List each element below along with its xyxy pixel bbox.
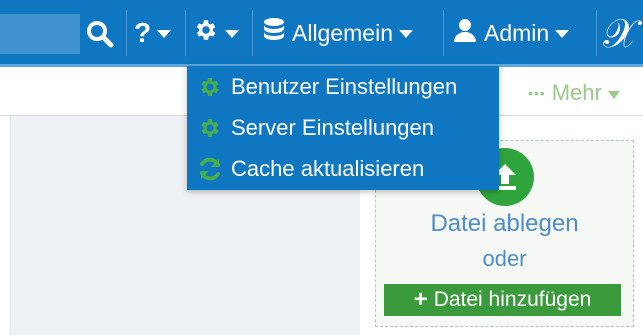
database-label: Allgemein — [292, 19, 393, 46]
more-label: Mehr — [551, 80, 602, 105]
plus-icon: + — [413, 286, 428, 313]
chevron-down-icon — [399, 30, 413, 38]
chevron-down-icon — [607, 90, 620, 99]
gear-icon — [193, 17, 219, 49]
refresh-icon — [197, 156, 223, 182]
search-input[interactable] — [0, 14, 80, 54]
more-menu-button[interactable]: ••• Mehr — [528, 80, 620, 106]
menu-item-refresh-cache[interactable]: Cache aktualisieren — [197, 151, 424, 187]
user-label: Admin — [484, 19, 550, 46]
menu-item-label: Cache aktualisieren — [231, 156, 425, 181]
add-file-label: Datei hinzufügen — [433, 288, 592, 311]
help-icon: ? — [134, 17, 152, 48]
x-logo-icon[interactable]: 𝒳 — [598, 11, 643, 57]
separator — [126, 10, 127, 56]
menu-item-label: Benutzer Einstellungen — [231, 74, 458, 99]
user-menu-button[interactable]: Admin — [452, 10, 570, 56]
dots-icon: ••• — [528, 85, 546, 101]
chevron-down-icon — [157, 30, 172, 38]
settings-dropdown-menu: Benutzer Einstellungen Server Einstellun… — [187, 66, 499, 190]
database-menu-button[interactable]: Allgemein — [262, 10, 413, 56]
chevron-down-icon — [555, 30, 570, 38]
separator — [185, 10, 186, 56]
gear-icon — [197, 74, 223, 100]
help-menu-button[interactable]: ? — [134, 10, 172, 56]
separator — [596, 10, 597, 56]
separator — [252, 10, 253, 56]
drop-label: Datei ablegen — [430, 210, 579, 237]
menu-item-user-settings[interactable]: Benutzer Einstellungen — [197, 69, 457, 105]
gear-icon — [197, 115, 223, 141]
or-label: oder — [482, 246, 527, 271]
search-icon[interactable] — [82, 16, 118, 52]
settings-menu-button[interactable] — [193, 10, 239, 56]
menu-item-server-settings[interactable]: Server Einstellungen — [197, 110, 434, 146]
menu-item-label: Server Einstellungen — [231, 115, 435, 140]
add-file-button[interactable]: + Datei hinzufügen — [384, 284, 621, 316]
user-icon — [452, 17, 478, 49]
chevron-down-icon — [225, 30, 239, 38]
left-panel — [0, 116, 11, 335]
separator — [443, 10, 444, 56]
database-icon — [262, 17, 286, 49]
